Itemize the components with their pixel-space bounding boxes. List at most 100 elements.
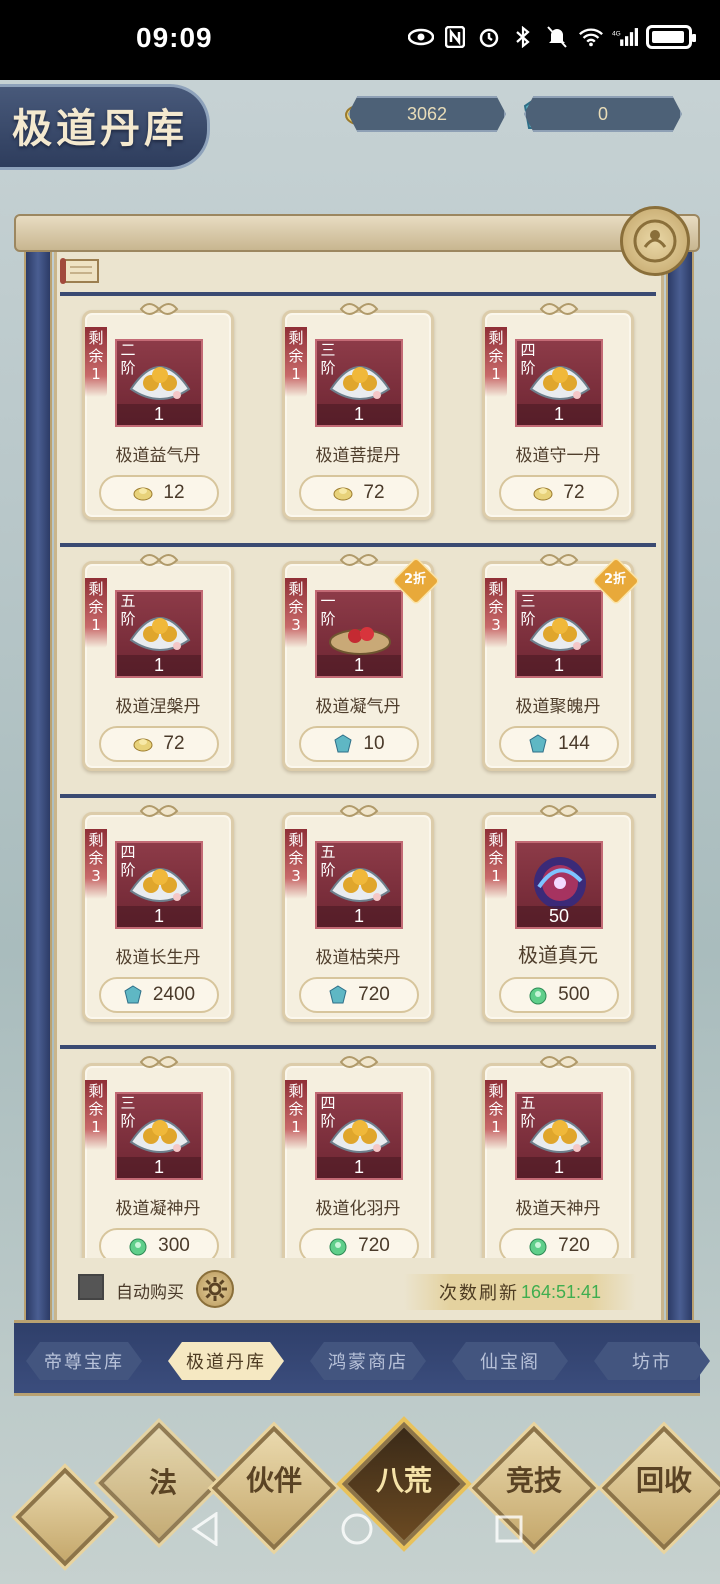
shop-item-card[interactable]: 剩余 3 四阶 1 极道长生丹 2400 — [82, 805, 234, 1022]
remaining-badge: 剩余 1 — [85, 578, 107, 648]
item-quantity: 50 — [517, 906, 601, 927]
buy-price-button[interactable]: 72 — [299, 475, 419, 511]
shop-item-card[interactable]: 剩余 1 三阶 1 极道菩提丹 72 — [282, 303, 434, 520]
item-icon-box[interactable]: 50 — [515, 841, 603, 929]
settings-gear-button[interactable] — [196, 1270, 234, 1308]
tab-dizun-baoku[interactable]: 帝尊宝库 — [26, 1342, 142, 1380]
item-icon-box[interactable]: 四阶 1 — [515, 339, 603, 427]
item-icon-box[interactable]: 二阶 1 — [115, 339, 203, 427]
ribbon-knot-icon — [139, 303, 179, 315]
gold-ingot-icon — [533, 483, 553, 503]
left-scroll-pillar — [24, 224, 52, 1334]
item-icon-box[interactable]: 四阶 1 — [315, 1092, 403, 1180]
item-price: 300 — [158, 1235, 190, 1256]
nav-label-jingji: 竞技 — [505, 1464, 562, 1497]
shop-item-card[interactable]: 剩余 3 五阶 1 极道枯荣丹 720 — [282, 805, 434, 1022]
auto-buy-label: 自动购买 — [116, 1283, 184, 1303]
home-icon[interactable] — [340, 1512, 374, 1555]
item-grade: 二阶 — [120, 341, 136, 377]
buy-price-button[interactable]: 12 — [99, 475, 219, 511]
item-quantity: 1 — [317, 404, 401, 425]
gold-ingot-icon — [333, 483, 353, 503]
nav-label-huoban: 伙伴 — [245, 1464, 302, 1497]
jade-icon — [328, 1236, 348, 1256]
status-time: 09:09 — [136, 22, 213, 53]
ribbon-knot-icon — [339, 1056, 379, 1068]
item-quantity: 1 — [117, 404, 201, 425]
ribbon-knot-icon — [539, 1056, 579, 1068]
item-icon-box[interactable]: 三阶 1 — [315, 339, 403, 427]
shop-item-card[interactable]: 剩余 3 三阶 1 极道聚魄丹 144 2折 — [482, 554, 641, 771]
buy-price-button[interactable]: 720 — [499, 1228, 619, 1258]
ribbon-knot-icon — [339, 554, 379, 566]
item-grade: 五阶 — [520, 1094, 536, 1130]
ribbon-knot-icon — [139, 554, 179, 566]
shop-item-card[interactable]: 剩余 1 三阶 1 极道凝神丹 300 — [82, 1056, 234, 1258]
item-icon-box[interactable]: 五阶 1 — [115, 590, 203, 678]
status-icons: 4G — [408, 24, 696, 50]
item-icon-box[interactable]: 四阶 1 — [115, 841, 203, 929]
item-name: 极道菩提丹 — [315, 446, 401, 466]
shop-emblem-icon[interactable] — [620, 206, 690, 276]
buy-price-button[interactable]: 2400 — [99, 977, 219, 1013]
jade-icon — [128, 1236, 148, 1256]
item-icon-box[interactable]: 三阶 1 — [115, 1092, 203, 1180]
item-grid: 剩余 1 二阶 1 极道益气丹 12 剩余 1 三阶 1 极道菩提丹 72 剩余 1 四阶 1 极道守一丹 72 剩… — [60, 292, 656, 1258]
item-quantity: 1 — [517, 404, 601, 425]
mute-icon — [544, 24, 570, 50]
buy-price-button[interactable]: 720 — [299, 1228, 419, 1258]
shop-item-card[interactable]: 剩余 1 二阶 1 极道益气丹 12 — [82, 303, 234, 520]
shop-item-card[interactable]: 剩余 1 五阶 1 极道天神丹 720 — [482, 1056, 634, 1258]
refresh-time: 164:51:41 — [520, 1281, 602, 1302]
recents-icon[interactable] — [494, 1512, 524, 1553]
item-name: 极道化羽丹 — [315, 1199, 401, 1219]
item-price: 2400 — [152, 984, 196, 1005]
buy-price-button[interactable]: 500 — [499, 977, 619, 1013]
item-name: 极道守一丹 — [515, 446, 601, 466]
item-grade: 四阶 — [120, 843, 136, 879]
nav-label-fa: 法 — [148, 1466, 177, 1499]
item-grade: 三阶 — [320, 341, 336, 377]
item-grade: 一阶 — [320, 592, 336, 628]
shop-item-card[interactable]: 剩余 1 四阶 1 极道化羽丹 720 — [282, 1056, 434, 1258]
ribbon-knot-icon — [539, 805, 579, 817]
item-price: 720 — [358, 1235, 390, 1256]
auto-buy-checkbox[interactable] — [78, 1274, 104, 1300]
item-icon-box[interactable]: 五阶 1 — [515, 1092, 603, 1180]
remaining-badge: 剩余 1 — [285, 327, 307, 397]
buy-price-button[interactable]: 72 — [99, 726, 219, 762]
shop-item-card[interactable]: 剩余 1 50 极道真元 500 — [482, 805, 634, 1022]
remaining-badge: 剩余 1 — [485, 829, 507, 899]
battery-icon — [646, 25, 696, 49]
buy-price-button[interactable]: 720 — [299, 977, 419, 1013]
shop-item-card[interactable]: 剩余 3 一阶 1 极道凝气丹 10 2折 — [282, 554, 441, 771]
back-icon[interactable] — [190, 1511, 220, 1555]
jade-currency-display: 0 — [524, 96, 682, 132]
buy-price-button[interactable]: 300 — [99, 1228, 219, 1258]
tab-jidao-danku[interactable]: 极道丹库 — [168, 1342, 284, 1380]
item-icon-box[interactable]: 五阶 1 — [315, 841, 403, 929]
tab-fangshi[interactable]: 坊市 — [594, 1342, 710, 1380]
buy-price-button[interactable]: 144 — [499, 726, 619, 762]
item-price: 720 — [358, 984, 390, 1005]
item-grade: 五阶 — [320, 843, 336, 879]
nav-label-huishou: 回收 — [635, 1464, 692, 1497]
item-quantity: 1 — [317, 655, 401, 676]
svg-text:4G: 4G — [612, 30, 621, 37]
buy-price-button[interactable]: 72 — [499, 475, 619, 511]
tab-xianbao-ge[interactable]: 仙宝阁 — [452, 1342, 568, 1380]
right-scroll-pillar — [666, 224, 694, 1334]
shop-item-card[interactable]: 剩余 1 五阶 1 极道涅槃丹 72 — [82, 554, 234, 771]
item-icon-box[interactable]: 三阶 1 — [515, 590, 603, 678]
buy-price-button[interactable]: 10 — [299, 726, 419, 762]
shop-item-card[interactable]: 剩余 1 四阶 1 极道守一丹 72 — [482, 303, 634, 520]
item-price: 72 — [563, 482, 585, 503]
item-quantity: 1 — [317, 1157, 401, 1178]
crystal-icon — [333, 734, 353, 754]
item-quantity: 1 — [517, 1157, 601, 1178]
tab-hongmeng-shop[interactable]: 鸿蒙商店 — [310, 1342, 426, 1380]
item-icon-box[interactable]: 一阶 1 — [315, 590, 403, 678]
item-grade: 五阶 — [120, 592, 136, 628]
item-quantity: 1 — [517, 655, 601, 676]
item-price: 10 — [363, 733, 385, 754]
